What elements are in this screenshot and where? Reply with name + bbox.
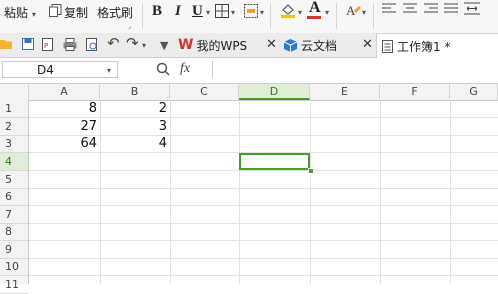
- row-header[interactable]: 7: [0, 206, 28, 224]
- zoom-lookup-icon[interactable]: [156, 62, 170, 76]
- tab-label: 我的WPS: [196, 38, 248, 53]
- merge-dropdown-icon[interactable]: ▾: [260, 8, 264, 17]
- row-header[interactable]: 5: [0, 171, 28, 189]
- tab-cloud-docs[interactable]: 云文档: [282, 33, 372, 57]
- print-preview-icon[interactable]: [86, 38, 99, 51]
- justify-icon[interactable]: [444, 3, 458, 15]
- name-box-value: D4: [37, 63, 54, 77]
- fill-color-dropdown-icon[interactable]: ▾: [298, 8, 302, 17]
- paste-dropdown-icon[interactable]: ▾: [32, 10, 36, 19]
- row-header[interactable]: 11: [0, 276, 28, 294]
- gridline: [310, 100, 311, 284]
- select-all-corner[interactable]: [0, 84, 29, 100]
- tab-my-wps[interactable]: W 我的WPS: [178, 33, 278, 57]
- bold-button[interactable]: B: [152, 3, 162, 20]
- column-header-g[interactable]: G: [450, 84, 498, 100]
- format-painter-button[interactable]: 格式刷: [97, 4, 133, 21]
- column-header-d[interactable]: D: [239, 84, 310, 100]
- name-box-dropdown-icon[interactable]: ▾: [107, 66, 111, 75]
- redo-dropdown-icon[interactable]: ▾: [142, 41, 146, 50]
- undo-icon[interactable]: ↶: [107, 34, 120, 52]
- font-color-swatch: [307, 16, 321, 19]
- svg-text:P: P: [44, 42, 48, 50]
- close-icon[interactable]: ✕: [266, 37, 277, 52]
- gridline: [380, 100, 381, 284]
- divider: [270, 3, 271, 29]
- divider: [142, 3, 143, 29]
- redo-icon[interactable]: ↷: [126, 34, 139, 52]
- divider: [373, 3, 374, 29]
- cell-a2[interactable]: 27: [30, 118, 97, 136]
- formula-input[interactable]: [212, 61, 498, 78]
- active-cell-d4[interactable]: [239, 153, 310, 170]
- cell-a3[interactable]: 64: [30, 135, 97, 153]
- copy-icon[interactable]: [49, 4, 62, 17]
- row-header[interactable]: 8: [0, 223, 28, 241]
- row-header-selected[interactable]: 4: [0, 153, 28, 171]
- column-header-a[interactable]: A: [29, 84, 100, 100]
- print-icon[interactable]: [63, 38, 77, 51]
- copy-button[interactable]: 复制: [64, 4, 88, 21]
- quick-access-menu-icon[interactable]: ▼: [160, 39, 168, 52]
- formula-bar: D4 ▾ fx: [0, 58, 498, 84]
- clipboard-launcher-icon[interactable]: ⌟: [128, 22, 131, 30]
- tab-label: 云文档: [301, 38, 338, 53]
- row-header-bar: 1 2 3 4 5 6 7 8 9 10 11: [0, 100, 29, 294]
- ribbon-toolbar: 粘贴 ▾ 复制 格式刷 ⌟ B I U ▾ ▾ ▾ ▾ A ▾ A ▾: [0, 0, 498, 34]
- wps-logo-icon: W: [178, 37, 194, 53]
- align-top-right-icon[interactable]: [424, 3, 438, 15]
- underline-dropdown-icon[interactable]: ▾: [206, 8, 210, 17]
- paste-button[interactable]: 粘贴 ▾: [4, 4, 36, 21]
- row-header[interactable]: 2: [0, 118, 28, 136]
- row-header[interactable]: 10: [0, 258, 28, 276]
- cell-b1[interactable]: 2: [101, 100, 167, 118]
- fill-color-icon[interactable]: [280, 2, 296, 18]
- clear-format-dropdown-icon[interactable]: ▾: [362, 8, 366, 17]
- row-header[interactable]: 6: [0, 188, 28, 206]
- clear-format-icon[interactable]: A: [345, 2, 361, 18]
- gridline: [450, 100, 451, 284]
- cell-b3[interactable]: 4: [101, 135, 167, 153]
- save-icon[interactable]: [22, 38, 34, 50]
- cell-a1[interactable]: 8: [30, 100, 97, 118]
- fill-handle[interactable]: [308, 168, 314, 174]
- font-color-button[interactable]: A: [309, 0, 321, 17]
- close-icon[interactable]: ✕: [362, 37, 373, 52]
- column-header-b[interactable]: B: [100, 84, 170, 100]
- align-top-center-icon[interactable]: [403, 3, 417, 15]
- column-header-bar: A B C D E F G: [0, 84, 498, 101]
- insert-function-button[interactable]: fx: [180, 61, 190, 77]
- paste-label: 粘贴: [4, 6, 29, 20]
- italic-button[interactable]: I: [175, 3, 181, 20]
- borders-dropdown-icon[interactable]: ▾: [231, 8, 235, 17]
- column-header-f[interactable]: F: [380, 84, 450, 100]
- open-folder-icon[interactable]: [0, 38, 13, 50]
- column-header-c[interactable]: C: [170, 84, 239, 100]
- distribute-icon[interactable]: [464, 2, 480, 15]
- tab-workbook[interactable]: 工作簿1 *: [376, 33, 498, 58]
- row-header[interactable]: 3: [0, 135, 28, 153]
- divider: [336, 3, 337, 29]
- row-header[interactable]: 9: [0, 241, 28, 259]
- gridline: [239, 100, 240, 284]
- column-header-e[interactable]: E: [310, 84, 380, 100]
- underline-button[interactable]: U: [192, 3, 203, 20]
- cloud-cube-icon: [283, 38, 298, 52]
- tab-label: 工作簿1 *: [397, 39, 451, 54]
- merge-cells-icon[interactable]: [244, 4, 258, 18]
- align-top-left-icon[interactable]: [382, 3, 396, 15]
- cell-b2[interactable]: 3: [101, 118, 167, 136]
- gridline: [170, 100, 171, 284]
- row-header[interactable]: 1: [0, 100, 28, 118]
- sheet-doc-icon: [382, 39, 393, 53]
- export-pdf-icon[interactable]: P: [41, 38, 54, 51]
- tab-bar: P ↶ ↷ ▾ ▼ W 我的WPS ✕ 云文档 ✕ 工作簿1 *: [0, 33, 498, 58]
- name-box[interactable]: D4: [2, 61, 118, 78]
- font-color-dropdown-icon[interactable]: ▾: [325, 8, 329, 17]
- borders-icon[interactable]: [215, 4, 229, 18]
